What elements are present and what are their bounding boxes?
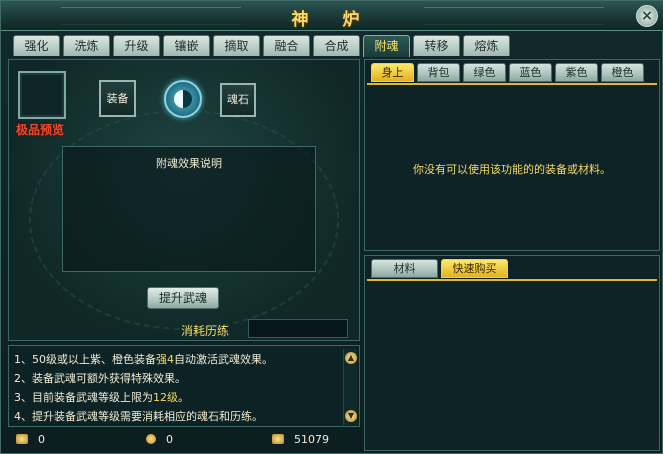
- upgrade-soul-button[interactable]: 提升武魂: [147, 287, 219, 309]
- shop-panel: 材料 快速购买: [364, 255, 660, 451]
- tab-strengthen[interactable]: 强化: [13, 35, 60, 56]
- scroll-down-icon[interactable]: ▼: [345, 410, 357, 422]
- info-line: 3、目前装备武魂等级上限为12级。: [14, 391, 189, 404]
- soulstone-slot[interactable]: 魂石: [220, 83, 256, 117]
- shop-tabs: 材料 快速购买: [371, 259, 508, 278]
- tab-equipped[interactable]: 身上: [371, 63, 414, 82]
- tab-transfer[interactable]: 转移: [413, 35, 460, 56]
- tab-backpack[interactable]: 背包: [417, 63, 460, 82]
- tab-purple[interactable]: 紫色: [555, 63, 598, 82]
- title-bar: 神 炉 ×: [1, 1, 663, 31]
- tab-extract[interactable]: 摘取: [213, 35, 260, 56]
- cost-label: 消耗历练: [181, 324, 230, 338]
- tab-green[interactable]: 绿色: [463, 63, 506, 82]
- tab-materials[interactable]: 材料: [371, 259, 438, 278]
- tab-upgrade[interactable]: 升级: [113, 35, 160, 56]
- cost-value-field: [248, 319, 348, 338]
- info-line: 4、提升装备武魂等级需要消耗相应的魂石和历练。: [14, 410, 263, 423]
- preview-label: 极品预览: [16, 123, 65, 137]
- info-scrollbar[interactable]: ▲ ▼: [343, 349, 357, 425]
- gold-ingot-icon: [16, 434, 28, 444]
- tab-underline: [367, 83, 657, 85]
- tab-refine[interactable]: 洗炼: [63, 35, 110, 56]
- silver-amount: 0: [146, 432, 173, 448]
- tab-inlay[interactable]: 镶嵌: [163, 35, 210, 56]
- yin-yang-glyph: [174, 90, 192, 108]
- silver-icon: [146, 434, 156, 444]
- effect-description-box: 附魂效果说明: [62, 146, 316, 272]
- coin-icon: [272, 434, 284, 444]
- close-button[interactable]: ×: [636, 5, 658, 27]
- preview-slot[interactable]: [18, 71, 66, 119]
- close-icon: ×: [641, 8, 653, 24]
- scroll-up-icon[interactable]: ▲: [345, 352, 357, 364]
- function-tabs: 强化 洗炼 升级 镶嵌 摘取 融合 合成 附魂 转移 熔炼: [13, 35, 510, 57]
- info-line: 2、装备武魂可额外获得特殊效果。: [14, 372, 186, 385]
- tab-blue[interactable]: 蓝色: [509, 63, 552, 82]
- currency-bar: 0 0 51079: [8, 429, 360, 451]
- taiji-icon: [164, 80, 202, 118]
- item-filter-tabs: 身上 背包 绿色 蓝色 紫色 橙色: [371, 63, 644, 82]
- tab-soul-attach[interactable]: 附魂: [363, 35, 410, 57]
- tab-quick-buy[interactable]: 快速购买: [441, 259, 508, 278]
- tab-synthesize[interactable]: 合成: [313, 35, 360, 56]
- empty-message: 你没有可以使用该功能的的装备或材料。: [413, 163, 611, 176]
- tab-fuse[interactable]: 融合: [263, 35, 310, 56]
- item-source-panel: 身上 背包 绿色 蓝色 紫色 橙色 你没有可以使用该功能的的装备或材料。: [364, 59, 660, 251]
- info-text-box: 1、50级或以上紫、橙色装备强4自动激活武魂效果。 2、装备武魂可额外获得特殊效…: [8, 345, 360, 427]
- coin-amount: 51079: [272, 432, 329, 448]
- tab-underline: [367, 279, 657, 281]
- equipment-slot[interactable]: 装备: [99, 80, 136, 117]
- tab-smelt[interactable]: 熔炼: [463, 35, 510, 56]
- window-title: 神 炉: [291, 10, 374, 30]
- gold-amount: 0: [16, 432, 45, 448]
- forge-window: 神 炉 × 强化 洗炼 升级 镶嵌 摘取 融合 合成 附魂 转移 熔炼 极品预览…: [0, 0, 663, 454]
- effect-description-title: 附魂效果说明: [156, 157, 222, 170]
- tab-orange[interactable]: 橙色: [601, 63, 644, 82]
- info-line: 1、50级或以上紫、橙色装备强4自动激活武魂效果。: [14, 353, 273, 366]
